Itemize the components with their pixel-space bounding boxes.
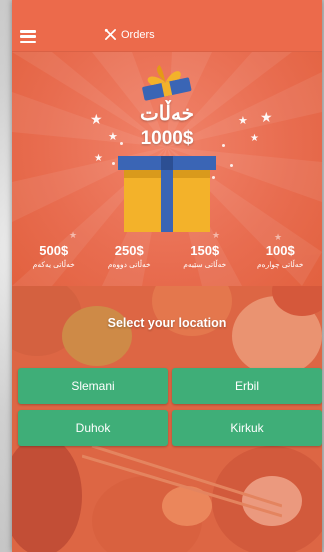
- header-title-group: Orders: [104, 28, 155, 41]
- prize-label: خەڵاتی دووەم: [107, 260, 151, 269]
- prize-banner: ★ ★ ★ ★ ★ ★ ★ ★ ★ خەڵات 1000$ 500$ خەڵات…: [12, 52, 322, 286]
- grand-prize-amount: 1000$: [140, 128, 194, 149]
- grand-prize-label: خەڵات: [139, 103, 195, 125]
- prize-item: 150$ خەڵاتی سێیەم: [170, 244, 240, 278]
- prize-label: خەڵاتی چوارەم: [257, 260, 304, 269]
- prize-amount: 150$: [190, 243, 220, 258]
- gift-box-icon: [118, 156, 216, 232]
- location-button-duhok[interactable]: Duhok: [18, 410, 168, 446]
- star-icon: ★: [69, 230, 78, 240]
- prize-list: 500$ خەڵاتی یەکەم 250$ خەڵاتی دووەم 150$…: [12, 244, 322, 278]
- prize-amount: 100$: [265, 243, 295, 258]
- star-icon: ★: [274, 232, 283, 242]
- top-bar: Orders: [12, 0, 322, 52]
- prize-item: 100$ خەڵاتی چوارەم: [245, 244, 315, 278]
- prize-amount: 250$: [114, 243, 144, 258]
- gift-lid-icon: [142, 64, 192, 101]
- location-button-kirkuk[interactable]: Kirkuk: [172, 410, 322, 446]
- sparkle: [230, 164, 233, 167]
- app-title: Orders: [121, 28, 155, 41]
- location-section: Select your location Slemani Erbil Duhok…: [12, 286, 322, 552]
- prize-amount: 500$: [39, 243, 69, 258]
- prize-item: 250$ خەڵاتی دووەم: [94, 244, 164, 278]
- prize-label: خەڵاتی سێیەم: [183, 260, 227, 269]
- fork-knife-icon: [104, 28, 116, 40]
- location-button-erbil[interactable]: Erbil: [172, 368, 322, 404]
- sparkle: [112, 162, 115, 165]
- star-icon: ★: [94, 153, 103, 164]
- app-screen: Orders ★ ★ ★ ★ ★ ★ ★ ★ ★ خەڵات 1000$ 500…: [12, 0, 322, 552]
- prize-item: 500$ خەڵاتی یەکەم: [19, 244, 89, 278]
- location-title: Select your location: [107, 316, 227, 330]
- location-button-slemani[interactable]: Slemani: [18, 368, 168, 404]
- hamburger-menu-icon[interactable]: [20, 30, 36, 43]
- prize-label: خەڵاتی یەکەم: [32, 260, 75, 269]
